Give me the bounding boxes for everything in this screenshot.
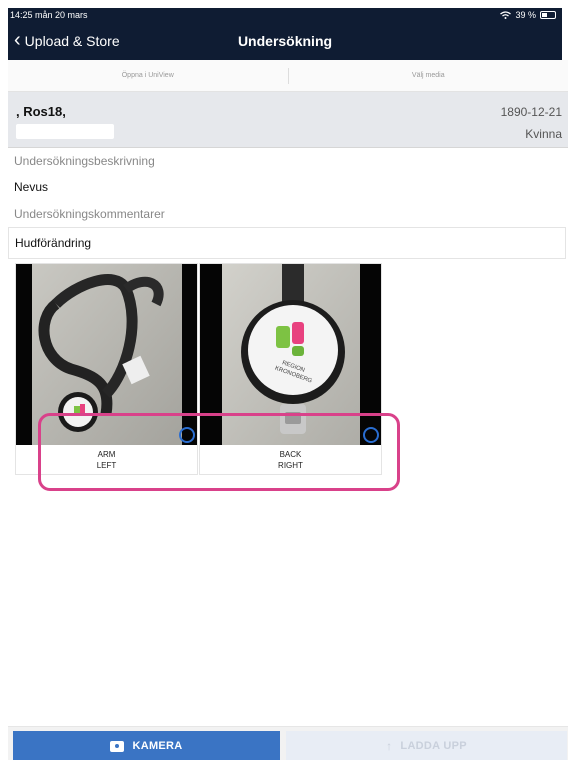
status-indicators: 39 % — [500, 10, 556, 20]
comment-label: Undersökningskommentarer — [14, 207, 165, 221]
image-card-arm-left[interactable]: ARM LEFT — [15, 263, 198, 475]
patient-id-redacted — [16, 124, 114, 139]
badge-photo: REGION KRONOBERG — [200, 264, 381, 445]
tab-open-uniview[interactable]: Öppna i UniView — [8, 72, 288, 79]
image-thumbnail: REGION KRONOBERG — [200, 264, 381, 445]
comment-value: Hudförändring — [15, 236, 92, 250]
tab-choose-media[interactable]: Välj media — [289, 72, 569, 79]
select-radio[interactable] — [363, 427, 379, 443]
battery-icon — [540, 11, 556, 19]
media-tabs: Öppna i UniView Välj media — [8, 60, 568, 92]
comment-field[interactable]: Hudförändring — [8, 227, 566, 259]
camera-icon — [110, 740, 125, 752]
upload-arrow-icon: ↑ — [386, 739, 393, 753]
main-content: Öppna i UniView Välj media , Ros18, 1890… — [8, 60, 568, 760]
patient-name: , Ros18, — [16, 104, 66, 119]
back-label: Upload & Store — [24, 33, 120, 49]
patient-sex: Kvinna — [525, 127, 562, 141]
patient-birth-date: 1890-12-21 — [500, 105, 562, 119]
nav-bar: ‹ Upload & Store Undersökning — [8, 22, 562, 60]
image-caption: ARM LEFT — [16, 445, 197, 475]
caption-side: LEFT — [96, 461, 117, 470]
description-value: Nevus — [14, 180, 49, 194]
caption-side: RIGHT — [278, 461, 303, 470]
lanyard-photo — [16, 264, 197, 445]
wifi-icon — [500, 11, 512, 19]
battery-percent: 39 % — [515, 10, 536, 20]
caption-body-part: ARM — [97, 450, 116, 459]
image-thumbnail — [16, 264, 197, 445]
patient-header: , Ros18, 1890-12-21 Kvinna — [8, 92, 568, 148]
camera-button-label: KAMERA — [132, 740, 183, 752]
camera-button[interactable]: KAMERA — [13, 731, 280, 760]
image-caption: BACK RIGHT — [200, 445, 381, 475]
chevron-left-icon: ‹ — [14, 28, 21, 51]
bottom-action-bar: KAMERA ↑ LADDA UPP — [8, 726, 568, 760]
description-label: Undersökningsbeskrivning — [14, 154, 155, 168]
upload-button-label: LADDA UPP — [400, 740, 467, 752]
select-radio[interactable] — [179, 427, 195, 443]
status-time-date: 14:25 mån 20 mars — [10, 10, 88, 20]
upload-button[interactable]: ↑ LADDA UPP — [286, 731, 567, 760]
image-card-back-right[interactable]: REGION KRONOBERG BACK RIGHT — [199, 263, 382, 475]
status-bar: 14:25 mån 20 mars 39 % — [8, 8, 562, 22]
app-screen: 14:25 mån 20 mars 39 % ‹ Upload & Store … — [0, 0, 570, 760]
back-button[interactable]: ‹ Upload & Store — [14, 22, 120, 60]
caption-body-part: BACK — [279, 450, 302, 459]
